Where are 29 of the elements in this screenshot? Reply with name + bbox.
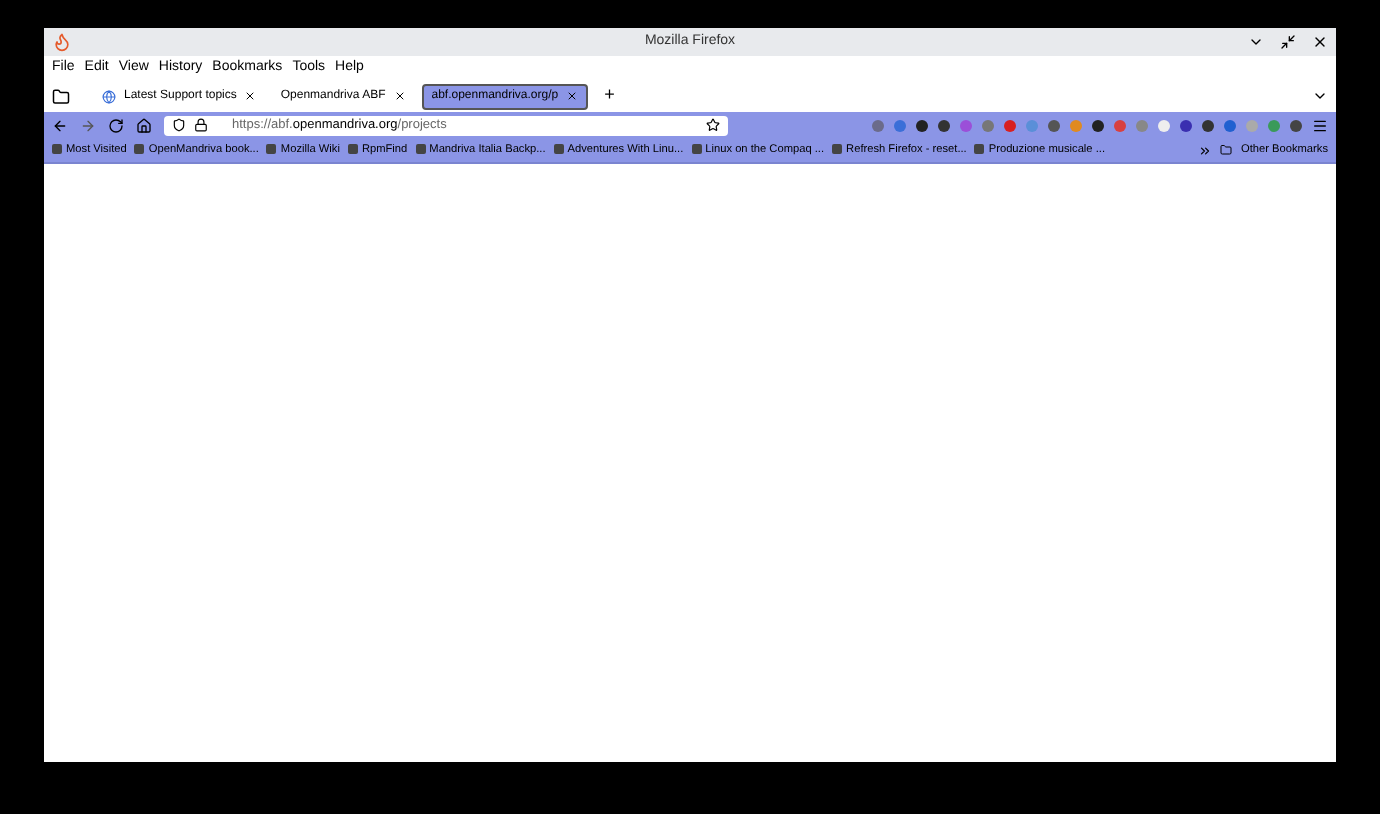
tab-list-icon[interactable] <box>1312 88 1328 104</box>
forward-icon[interactable] <box>80 117 96 133</box>
bookmark-favicon-icon <box>347 144 358 155</box>
bookmark-favicon-icon <box>52 144 62 155</box>
lock-icon <box>194 118 208 132</box>
bookmark-favicon-icon <box>691 144 702 155</box>
bookmark-favicon-icon <box>415 144 426 155</box>
new-tab-button[interactable]: + <box>604 82 615 110</box>
restore-icon[interactable] <box>1280 34 1296 50</box>
folder-icon <box>1220 144 1233 156</box>
tab-overview-icon[interactable] <box>52 87 70 105</box>
bookmark-favicon-icon <box>134 144 145 155</box>
shield-icon <box>172 118 186 132</box>
more-bookmarks-icon[interactable] <box>1198 143 1213 157</box>
bookmark-favicon-icon <box>974 144 985 155</box>
home-icon[interactable] <box>136 117 152 133</box>
close-tab-icon[interactable] <box>244 90 257 102</box>
bookmark-favicon-icon <box>832 144 843 155</box>
menu-icon[interactable] <box>1312 117 1328 133</box>
minimize-icon[interactable] <box>1248 34 1264 50</box>
bookmark-favicon-icon <box>266 144 277 155</box>
reload-icon[interactable] <box>108 117 124 133</box>
bookmark-favicon-icon <box>553 144 564 155</box>
close-tab-icon[interactable] <box>566 90 579 102</box>
site-icon <box>102 89 116 103</box>
back-icon[interactable] <box>52 117 68 133</box>
close-tab-icon[interactable] <box>393 90 406 102</box>
close-icon[interactable] <box>1312 34 1328 50</box>
bookmark-star-icon[interactable] <box>706 118 720 132</box>
